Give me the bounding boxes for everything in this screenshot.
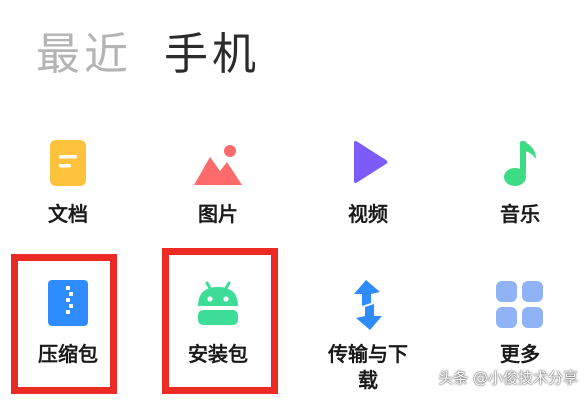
category-label: 视频: [348, 202, 388, 226]
category-label: 文档: [48, 202, 88, 226]
document-icon: [40, 137, 96, 193]
category-label-line2: 载: [358, 368, 378, 392]
transfer-icon: [340, 277, 396, 333]
highlight-frame-archives: [11, 254, 117, 394]
category-transfers[interactable]: 传输与下 载: [308, 277, 428, 407]
highlight-frame-apks: [162, 248, 278, 394]
music-note-icon: [492, 137, 548, 193]
category-videos[interactable]: 视频: [308, 137, 428, 267]
category-label: 音乐: [500, 202, 540, 226]
category-documents[interactable]: 文档: [8, 137, 128, 267]
category-label: 传输与下 载: [308, 341, 428, 393]
tab-recent[interactable]: 最近: [36, 22, 132, 88]
tab-phone[interactable]: 手机: [164, 22, 260, 88]
grid-icon: [492, 277, 548, 333]
category-label: 更多: [500, 342, 540, 366]
image-icon: [190, 137, 246, 193]
category-label-line1: 传输与下: [328, 342, 408, 366]
category-label: 图片: [198, 202, 238, 226]
play-icon: [340, 137, 396, 193]
category-music[interactable]: 音乐: [460, 137, 580, 267]
watermark: 头条 @小俊技术分享: [438, 369, 578, 387]
